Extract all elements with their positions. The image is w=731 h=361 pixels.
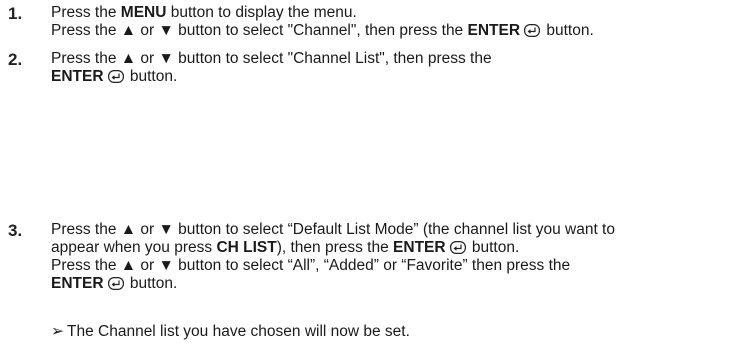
instruction-line: Press the MENU button to display the men…: [51, 4, 357, 21]
enter-icon: [524, 24, 541, 42]
instruction-line: Press the ▲ or ▼ button to select "Chann…: [51, 22, 728, 40]
instruction-line: Press the ▲ or ▼ button to select “All”,…: [51, 257, 571, 274]
enter-icon: [107, 70, 124, 88]
instruction-line: ENTER button.: [51, 68, 728, 86]
enter-icon: [107, 277, 124, 295]
instruction-line: Press the ▲ or ▼ button to select “Defau…: [51, 221, 615, 238]
note-text: The Channel list you have chosen will no…: [67, 323, 410, 340]
instruction-line: Press the ▲ or ▼ button to select "Chann…: [51, 50, 492, 67]
arrow-icon: ➢: [51, 323, 64, 340]
note: ➢ The Channel list you have chosen will n…: [51, 323, 410, 341]
instruction-line: ENTER button.: [51, 275, 728, 293]
step-number: 2.: [8, 50, 23, 69]
step-number: 1.: [8, 4, 23, 23]
step-number: 3.: [8, 221, 23, 240]
instruction-line: appear when you press CH LIST), then pre…: [51, 239, 728, 257]
